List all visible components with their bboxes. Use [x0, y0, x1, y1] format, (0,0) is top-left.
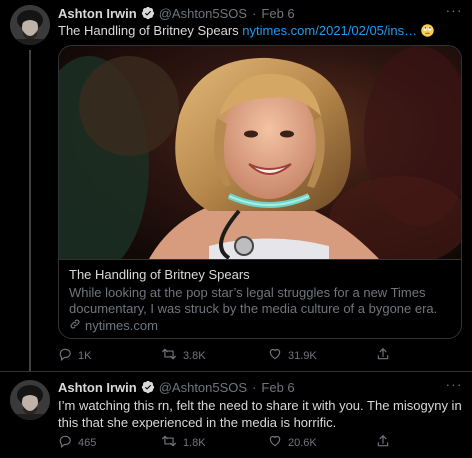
like-button[interactable]: 31.9K [268, 347, 317, 364]
share-button[interactable] [376, 434, 396, 451]
like-count: 31.9K [288, 349, 317, 362]
avatar[interactable] [10, 5, 50, 45]
more-options-icon[interactable]: ··· [444, 377, 464, 396]
header-separator: · [252, 5, 257, 21]
tweet-first[interactable]: Ashton Irwin @Ashton5SOS · Feb 6 ··· The… [0, 0, 472, 372]
share-icon [376, 347, 396, 364]
tweet-text: The Handling of Britney Spears nytimes.c… [58, 22, 462, 39]
rolling-eyes-emoji-icon [421, 24, 434, 37]
author-handle[interactable]: @Ashton5SOS [159, 380, 247, 395]
thread-connector-line [29, 50, 31, 372]
more-options-icon[interactable]: ··· [444, 3, 464, 22]
heart-icon [268, 434, 288, 451]
author-handle[interactable]: @Ashton5SOS [159, 6, 247, 21]
verified-badge-icon [141, 6, 155, 20]
card-domain: nytimes.com [69, 318, 158, 333]
verified-badge-icon [141, 380, 155, 394]
tweet-header: Ashton Irwin @Ashton5SOS · Feb 6 [58, 4, 295, 22]
reply-count: 1K [78, 349, 92, 362]
like-button[interactable]: 20.6K [268, 434, 317, 451]
card-domain-text: nytimes.com [85, 318, 158, 333]
retweet-icon [161, 434, 183, 451]
retweet-icon [161, 347, 183, 364]
share-button[interactable] [376, 347, 396, 364]
retweet-count: 1.8K [183, 436, 206, 449]
card-title: The Handling of Britney Spears [69, 267, 250, 282]
heart-icon [268, 347, 288, 364]
tweet-date[interactable]: Feb 6 [261, 380, 294, 395]
tweet-link[interactable]: nytimes.com/2021/02/05/ins… [242, 23, 417, 38]
tweet-actions: 1K 3.8K 31.9K [58, 347, 398, 363]
header-separator: · [252, 379, 257, 395]
card-image[interactable] [59, 46, 461, 260]
share-icon [376, 434, 396, 451]
tweet-text: I’m watching this rn, felt the need to s… [58, 398, 462, 430]
card-description: While looking at the pop star’s legal st… [69, 285, 438, 316]
tweet-actions: 465 1.8K 20.6K [58, 434, 398, 450]
reply-button[interactable]: 1K [58, 347, 91, 364]
avatar[interactable] [10, 380, 50, 420]
tweet-header: Ashton Irwin @Ashton5SOS · Feb 6 [58, 378, 295, 396]
retweet-button[interactable]: 3.8K [161, 347, 206, 364]
tweet-date[interactable]: Feb 6 [261, 6, 294, 21]
link-icon [69, 318, 85, 333]
reply-icon [58, 347, 78, 364]
tweet-text-body: The Handling of Britney Spears [58, 23, 243, 38]
author-name[interactable]: Ashton Irwin [58, 6, 137, 21]
like-count: 20.6K [288, 436, 317, 449]
retweet-count: 3.8K [183, 349, 206, 362]
author-name[interactable]: Ashton Irwin [58, 380, 137, 395]
retweet-button[interactable]: 1.8K [161, 434, 206, 451]
reply-button[interactable]: 465 [58, 434, 96, 451]
reply-icon [58, 434, 78, 451]
tweet-second[interactable]: Ashton Irwin @Ashton5SOS · Feb 6 ··· I’m… [0, 372, 472, 458]
reply-count: 465 [78, 436, 97, 449]
link-preview-card[interactable]: The Handling of Britney Spears While loo… [58, 45, 462, 339]
